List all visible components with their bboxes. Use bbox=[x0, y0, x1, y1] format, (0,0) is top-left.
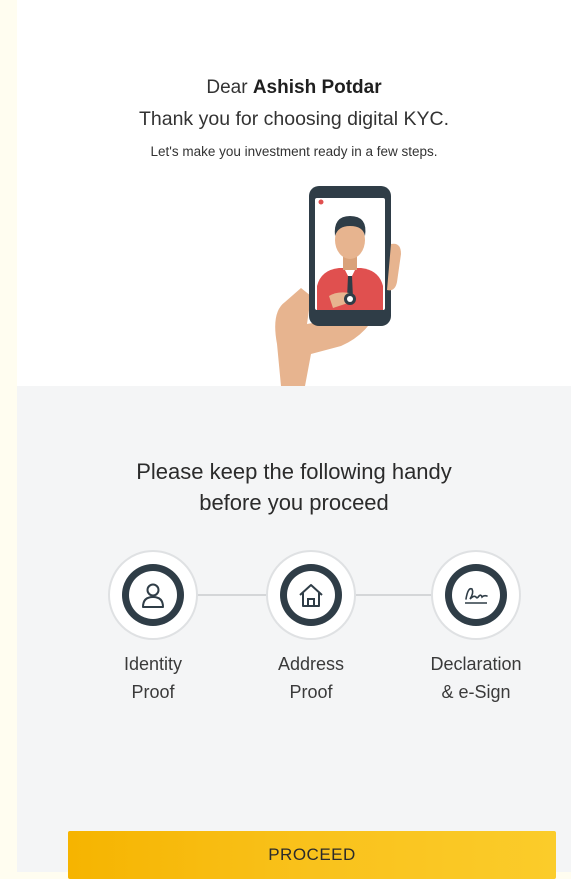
welcome-section: Dear Ashish Potdar Thank you for choosin… bbox=[17, 0, 571, 386]
thanks-message: Thank you for choosing digital KYC. bbox=[138, 108, 449, 130]
step-icon-circle bbox=[266, 550, 356, 640]
step-label: Declaration & e-Sign bbox=[430, 654, 522, 702]
kyc-welcome-page: Dear Ashish Potdar Thank you for choosin… bbox=[17, 0, 571, 879]
step-identity-proof: Identity Proof bbox=[68, 550, 238, 706]
step-icon-circle bbox=[431, 550, 521, 640]
subtext-message: Let's make you investment ready in a few… bbox=[150, 144, 438, 159]
step-address-proof: Address Proof bbox=[226, 550, 396, 706]
greeting-prefix: Dear bbox=[206, 77, 248, 98]
step-label: Address Proof bbox=[277, 654, 345, 702]
user-icon bbox=[142, 583, 164, 608]
home-icon bbox=[299, 584, 323, 607]
handy-title-line1: Please keep the following handy bbox=[136, 459, 452, 484]
step-icon-circle bbox=[108, 550, 198, 640]
hand-holding-phone-selfie-icon bbox=[275, 186, 401, 386]
required-documents: Identity Proof Address Proof Declaration… bbox=[17, 550, 571, 710]
handy-title-line2: before you proceed bbox=[199, 490, 389, 515]
user-name: Ashish Potdar bbox=[252, 77, 382, 98]
greeting: Dear Ashish Potdar bbox=[17, 76, 571, 100]
signature-icon bbox=[465, 587, 488, 604]
step-label: Identity Proof bbox=[123, 654, 183, 702]
handy-title: Please keep the following handy before y… bbox=[17, 456, 571, 518]
step-declaration-esign: Declaration & e-Sign bbox=[391, 550, 561, 706]
